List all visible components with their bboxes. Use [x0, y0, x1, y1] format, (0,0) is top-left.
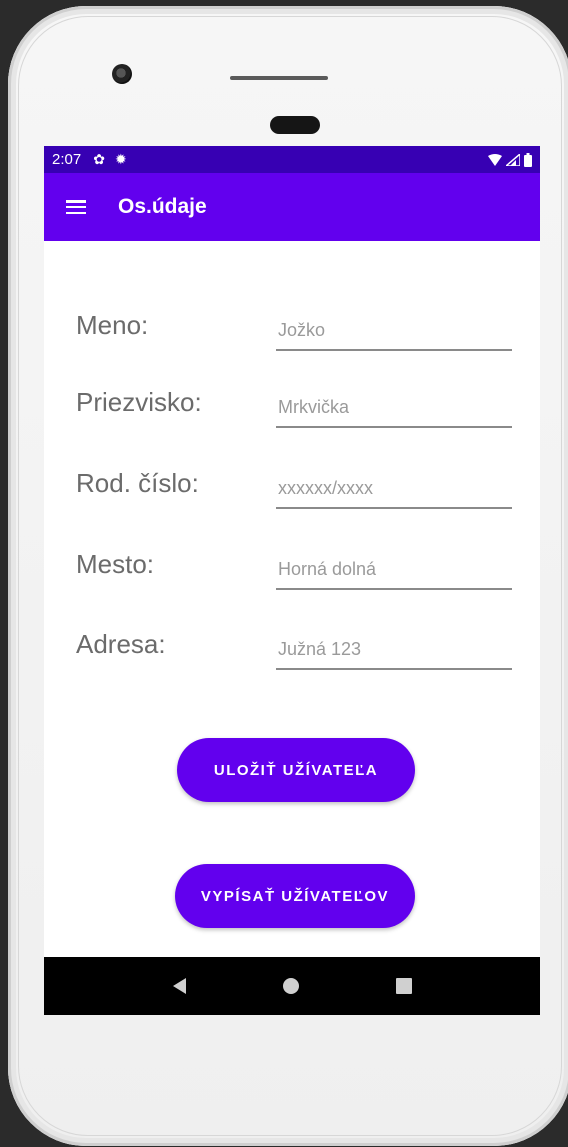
page-title: Os.údaje: [118, 195, 207, 218]
wifi-icon: [488, 153, 502, 166]
field-label-rod-cislo: Rod. číslo:: [76, 468, 199, 498]
settings-sun-icon: ✹: [114, 151, 127, 168]
rod-cislo-input[interactable]: [276, 475, 512, 509]
status-bar: 2:07 ✿ ✹: [44, 146, 540, 173]
app-bar: Os.údaje: [44, 173, 540, 241]
form-row-meno: Meno:: [76, 301, 512, 351]
phone-frame: 2:07 ✿ ✹ Os.údaje Meno: Jožko Priezvisko…: [8, 6, 568, 1146]
status-time: 2:07: [52, 151, 82, 168]
earpiece: [270, 116, 320, 134]
recents-icon[interactable]: [395, 978, 412, 994]
home-icon[interactable]: [282, 978, 299, 994]
save-user-button[interactable]: ULOŽIŤ UŽÍVATEĽA: [177, 738, 415, 802]
gear-icon: ✿: [93, 151, 105, 168]
field-label-priezvisko: Priezvisko:: [76, 387, 202, 417]
status-right-icons: [488, 152, 532, 167]
form-row-priezvisko: Priezvisko:: [76, 378, 512, 428]
signal-icon: [506, 153, 520, 166]
back-icon[interactable]: [172, 978, 186, 994]
mesto-input[interactable]: [276, 556, 512, 590]
speaker-grille: [230, 76, 328, 80]
form-row-mesto: Mesto:: [76, 540, 512, 590]
form-row-adresa: Adresa:: [76, 620, 512, 670]
navigation-bar: [44, 957, 540, 1015]
meno-input[interactable]: [276, 317, 512, 351]
form-row-rod-cislo: Rod. číslo:: [76, 459, 512, 509]
list-users-button[interactable]: VYPÍSAŤ UŽÍVATEĽOV: [175, 864, 415, 928]
hamburger-menu-icon[interactable]: [66, 200, 86, 214]
battery-icon: [524, 152, 532, 167]
adresa-input[interactable]: [276, 636, 512, 670]
screen: 2:07 ✿ ✹ Os.údaje Meno: Jožko Priezvisko…: [44, 146, 540, 1015]
field-label-meno: Meno:: [76, 310, 149, 340]
field-label-adresa: Adresa:: [76, 629, 166, 659]
field-label-mesto: Mesto:: [76, 549, 155, 579]
front-camera-icon: [112, 64, 132, 84]
priezvisko-input[interactable]: [276, 394, 512, 428]
